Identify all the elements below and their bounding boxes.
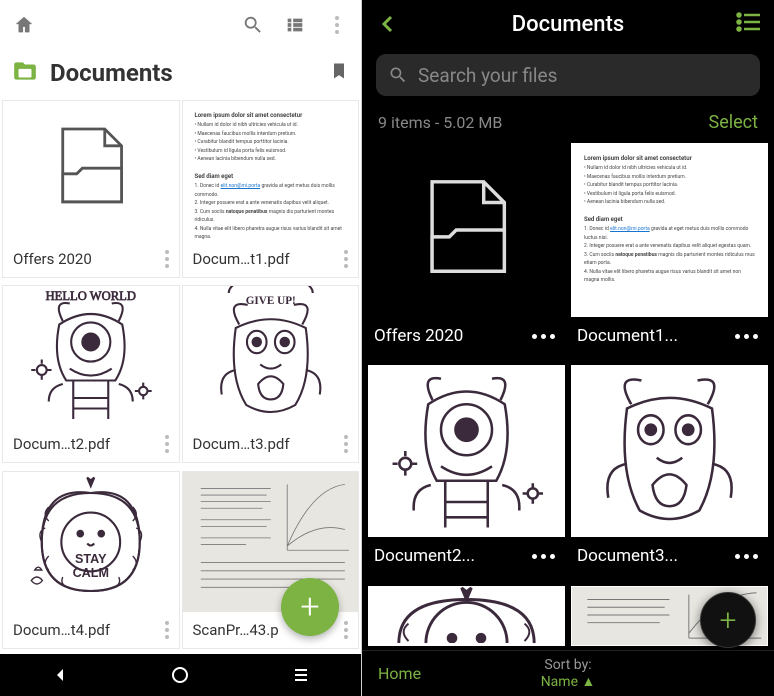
status-row: 9 items - 5.02 MB Select xyxy=(362,106,774,143)
file-caption: Offers 2020 xyxy=(3,241,179,277)
home-button[interactable]: Home xyxy=(378,664,541,683)
thumbnail-monster xyxy=(571,365,768,537)
left-app-light: Documents Offers 2020 Lorem ipsum dolor … xyxy=(0,0,362,696)
folder-icon xyxy=(12,58,38,88)
search-placeholder: Search your files xyxy=(418,64,557,87)
item-count: 9 items - 5.02 MB xyxy=(378,113,502,132)
file-name: Offers 2020 xyxy=(13,250,161,268)
file-tile[interactable] xyxy=(368,586,565,646)
thumbnail-monster xyxy=(368,365,565,537)
view-list-icon[interactable] xyxy=(736,12,760,36)
back-icon[interactable] xyxy=(376,12,400,36)
svg-text:CALM: CALM xyxy=(73,566,109,580)
svg-text:HELLO WORLD: HELLO WORLD xyxy=(46,289,136,303)
file-name: Document1... xyxy=(577,326,729,346)
bookmark-icon[interactable] xyxy=(329,60,349,86)
sort-label: Sort by: xyxy=(544,657,591,673)
file-tile[interactable]: STAY CALM Docum…t4.pdf xyxy=(2,471,180,649)
thumbnail-folder xyxy=(3,101,179,241)
file-more-icon[interactable] xyxy=(526,334,561,339)
nav-home-icon[interactable] xyxy=(168,663,192,687)
file-name: Docum…t4.pdf xyxy=(13,621,161,639)
right-app-dark: Documents Search your files 9 items - 5.… xyxy=(362,0,774,696)
file-caption: Document1... xyxy=(571,317,768,355)
nav-back-icon[interactable] xyxy=(48,663,72,687)
file-caption: Docum…t4.pdf xyxy=(3,612,179,648)
more-icon[interactable] xyxy=(323,11,351,39)
file-more-icon[interactable] xyxy=(161,435,173,453)
file-grid: Offers 2020 Lorem ipsum dolor sit amet c… xyxy=(362,143,774,650)
plus-icon: + xyxy=(720,603,737,638)
file-tile[interactable]: Offers 2020 xyxy=(2,100,180,278)
thumbnail-monster: HELLO WORLD xyxy=(3,286,179,426)
file-caption: Docum…t3.pdf xyxy=(183,426,359,462)
file-grid: Offers 2020 Lorem ipsum dolor sit amet c… xyxy=(0,100,361,654)
file-more-icon[interactable] xyxy=(729,554,764,559)
svg-text:STAY: STAY xyxy=(75,552,107,566)
file-more-icon[interactable] xyxy=(340,621,352,639)
view-list-icon[interactable] xyxy=(281,11,309,39)
file-caption: Offers 2020 xyxy=(368,317,565,355)
file-caption: Docum…t1.pdf xyxy=(183,241,359,277)
file-name: Document2... xyxy=(374,546,526,566)
plus-icon: + xyxy=(300,587,319,627)
file-caption: Document3... xyxy=(571,537,768,575)
search-icon xyxy=(388,65,408,85)
file-name: Docum…t1.pdf xyxy=(193,250,341,268)
top-bar: Documents xyxy=(362,0,774,48)
thumbnail-lion xyxy=(368,586,565,646)
file-name: Offers 2020 xyxy=(374,326,526,346)
sort-value: Name ▲ xyxy=(541,674,596,690)
file-more-icon[interactable] xyxy=(340,250,352,268)
page-title: Documents xyxy=(50,59,317,87)
svg-text:GIVE UP!: GIVE UP! xyxy=(245,296,295,308)
file-name: Docum…t3.pdf xyxy=(193,435,341,453)
thumbnail-doc: Lorem ipsum dolor sit amet consectetur •… xyxy=(183,101,359,241)
file-more-icon[interactable] xyxy=(161,621,173,639)
file-more-icon[interactable] xyxy=(526,554,561,559)
file-caption: Docum…t2.pdf xyxy=(3,426,179,462)
select-button[interactable]: Select xyxy=(709,112,758,133)
search-icon[interactable] xyxy=(239,11,267,39)
file-more-icon[interactable] xyxy=(340,435,352,453)
file-tile[interactable]: Lorem ipsum dolor sit amet consectetur •… xyxy=(182,100,360,278)
add-fab[interactable]: + xyxy=(700,592,756,648)
page-title: Documents xyxy=(410,12,726,37)
file-tile[interactable]: GIVE UP! Docum…t3.pdf xyxy=(182,285,360,463)
file-tile[interactable]: Document3... xyxy=(571,365,768,575)
file-name: Document3... xyxy=(577,546,729,566)
search-input[interactable]: Search your files xyxy=(376,54,760,96)
file-more-icon[interactable] xyxy=(729,334,764,339)
android-navbar xyxy=(0,654,361,696)
thumbnail-doc: Lorem ipsum dolor sit amet consectetur •… xyxy=(571,143,768,317)
file-tile[interactable]: Lorem ipsum dolor sit amet consectetur •… xyxy=(571,143,768,355)
folder-header: Documents xyxy=(0,50,361,100)
thumbnail-monster: GIVE UP! xyxy=(183,286,359,426)
file-caption: Document2... xyxy=(368,537,565,575)
nav-recent-icon[interactable] xyxy=(289,663,313,687)
file-tile[interactable]: Offers 2020 xyxy=(368,143,565,355)
home-icon[interactable] xyxy=(10,11,38,39)
top-toolbar xyxy=(0,0,361,50)
add-fab[interactable]: + xyxy=(281,578,339,636)
thumbnail-lion: STAY CALM xyxy=(3,472,179,612)
sort-button[interactable]: Sort by: Name ▲ xyxy=(541,657,596,691)
thumbnail-folder xyxy=(368,143,565,317)
bottom-bar: Home Sort by: Name ▲ xyxy=(362,650,774,696)
file-more-icon[interactable] xyxy=(161,250,173,268)
file-tile[interactable]: Document2... xyxy=(368,365,565,575)
file-tile[interactable]: HELLO WORLD Docum…t2.pdf xyxy=(2,285,180,463)
file-name: Docum…t2.pdf xyxy=(13,435,161,453)
